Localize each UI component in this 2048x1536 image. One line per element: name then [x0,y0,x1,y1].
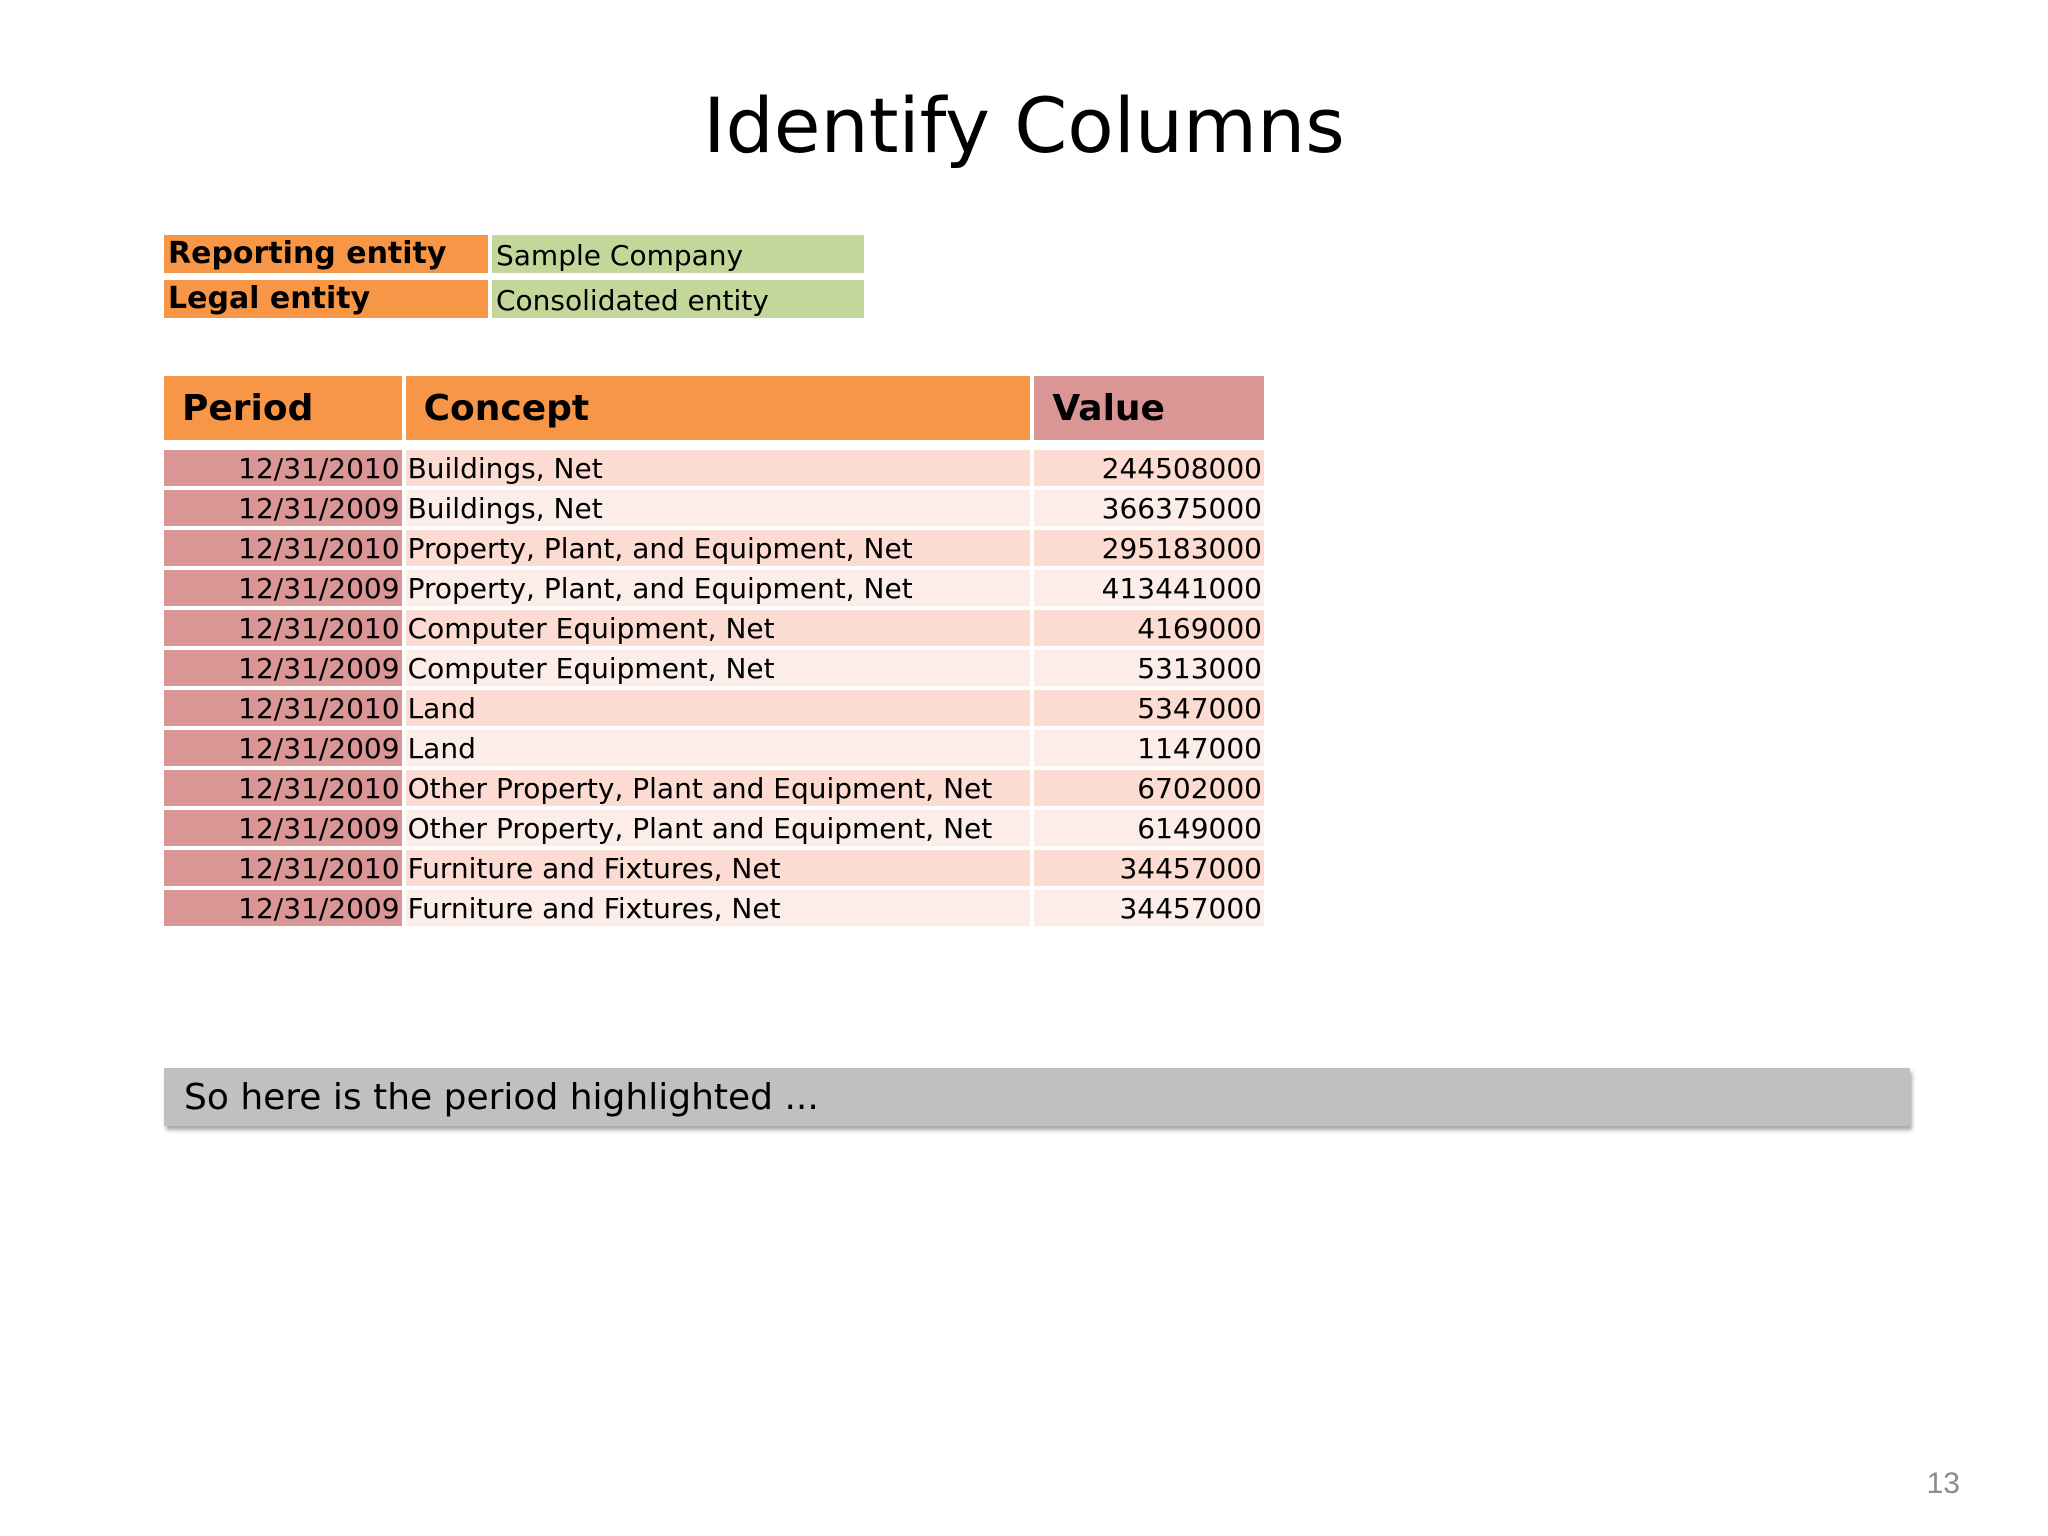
concept-cell: Furniture and Fixtures, Net [405,890,1031,926]
reporting-entity-value: Sample Company [492,235,864,273]
value-cell: 34457000 [1034,850,1264,886]
concept-cell: Computer Equipment, Net [405,650,1031,686]
facts-table: Period Concept Value 12/31/2010 Buildings… [164,376,1264,930]
value-cell: 366375000 [1034,490,1264,526]
concept-cell: Property, Plant, and Equipment, Net [405,530,1031,566]
period-cell: 12/31/2009 [164,570,402,606]
value-cell: 4169000 [1034,610,1264,646]
concept-cell: Furniture and Fixtures, Net [405,850,1031,886]
period-cell: 12/31/2009 [164,730,402,766]
table-row: 12/31/2009 Computer Equipment, Net 5313000 [164,650,1264,686]
period-cell: 12/31/2010 [164,690,402,726]
value-cell: 413441000 [1034,570,1264,606]
value-cell: 244508000 [1034,450,1264,486]
legal-entity-value: Consolidated entity [492,280,864,318]
concept-cell: Other Property, Plant and Equipment, Net [405,770,1031,806]
reporting-entity-label: Reporting entity [164,235,488,273]
value-cell: 1147000 [1034,730,1264,766]
concept-cell: Property, Plant, and Equipment, Net [405,570,1031,606]
period-cell: 12/31/2010 [164,450,402,486]
value-cell: 5313000 [1034,650,1264,686]
table-row: 12/31/2010 Other Property, Plant and Equi… [164,770,1264,806]
period-cell: 12/31/2009 [164,810,402,846]
period-header: Period [164,376,402,440]
period-cell: 12/31/2010 [164,770,402,806]
concept-cell: Buildings, Net [405,450,1031,486]
period-cell: 12/31/2010 [164,850,402,886]
table-row: 12/31/2010 Land 5347000 [164,690,1264,726]
table-row: 12/31/2010 Buildings, Net 244508000 [164,450,1264,486]
caption-bar: So here is the period highlighted ... [164,1068,1910,1126]
table-row: 12/31/2009 Land 1147000 [164,730,1264,766]
legal-entity-label: Legal entity [164,280,488,318]
period-cell: 12/31/2009 [164,890,402,926]
table-row: 12/31/2009 Furniture and Fixtures, Net 344… [164,890,1264,926]
value-cell: 34457000 [1034,890,1264,926]
period-cell: 12/31/2010 [164,530,402,566]
table-row: 12/31/2010 Property, Plant, and Equipment… [164,530,1264,566]
value-header: Value [1034,376,1264,440]
table-row: 12/31/2009 Property, Plant, and Equipment… [164,570,1264,606]
period-cell: 12/31/2009 [164,490,402,526]
table-row: 12/31/2009 Other Property, Plant and Equi… [164,810,1264,846]
concept-cell: Other Property, Plant and Equipment, Net [405,810,1031,846]
table-row: 12/31/2009 Buildings, Net 366375000 [164,490,1264,526]
value-cell: 295183000 [1034,530,1264,566]
value-cell: 5347000 [1034,690,1264,726]
period-cell: 12/31/2009 [164,650,402,686]
table-header: Period Concept Value [164,376,1264,440]
value-cell: 6149000 [1034,810,1264,846]
table-row: 12/31/2010 Computer Equipment, Net 4169000 [164,610,1264,646]
concept-header: Concept [405,376,1031,440]
slide-title: Identify Columns [703,81,1345,170]
concept-cell: Land [405,730,1031,766]
period-cell: 12/31/2010 [164,610,402,646]
concept-cell: Buildings, Net [405,490,1031,526]
value-cell: 6702000 [1034,770,1264,806]
table-row: 12/31/2010 Furniture and Fixtures, Net 344… [164,850,1264,886]
legal-entity-row: Legal entity Consolidated entity [164,280,864,318]
page-number: 13 [1926,1467,1960,1500]
reporting-entity-row: Reporting entity Sample Company [164,235,864,273]
table-body: 12/31/2010 Buildings, Net 244508000 12/31/2… [164,450,1264,926]
concept-cell: Computer Equipment, Net [405,610,1031,646]
concept-cell: Land [405,690,1031,726]
